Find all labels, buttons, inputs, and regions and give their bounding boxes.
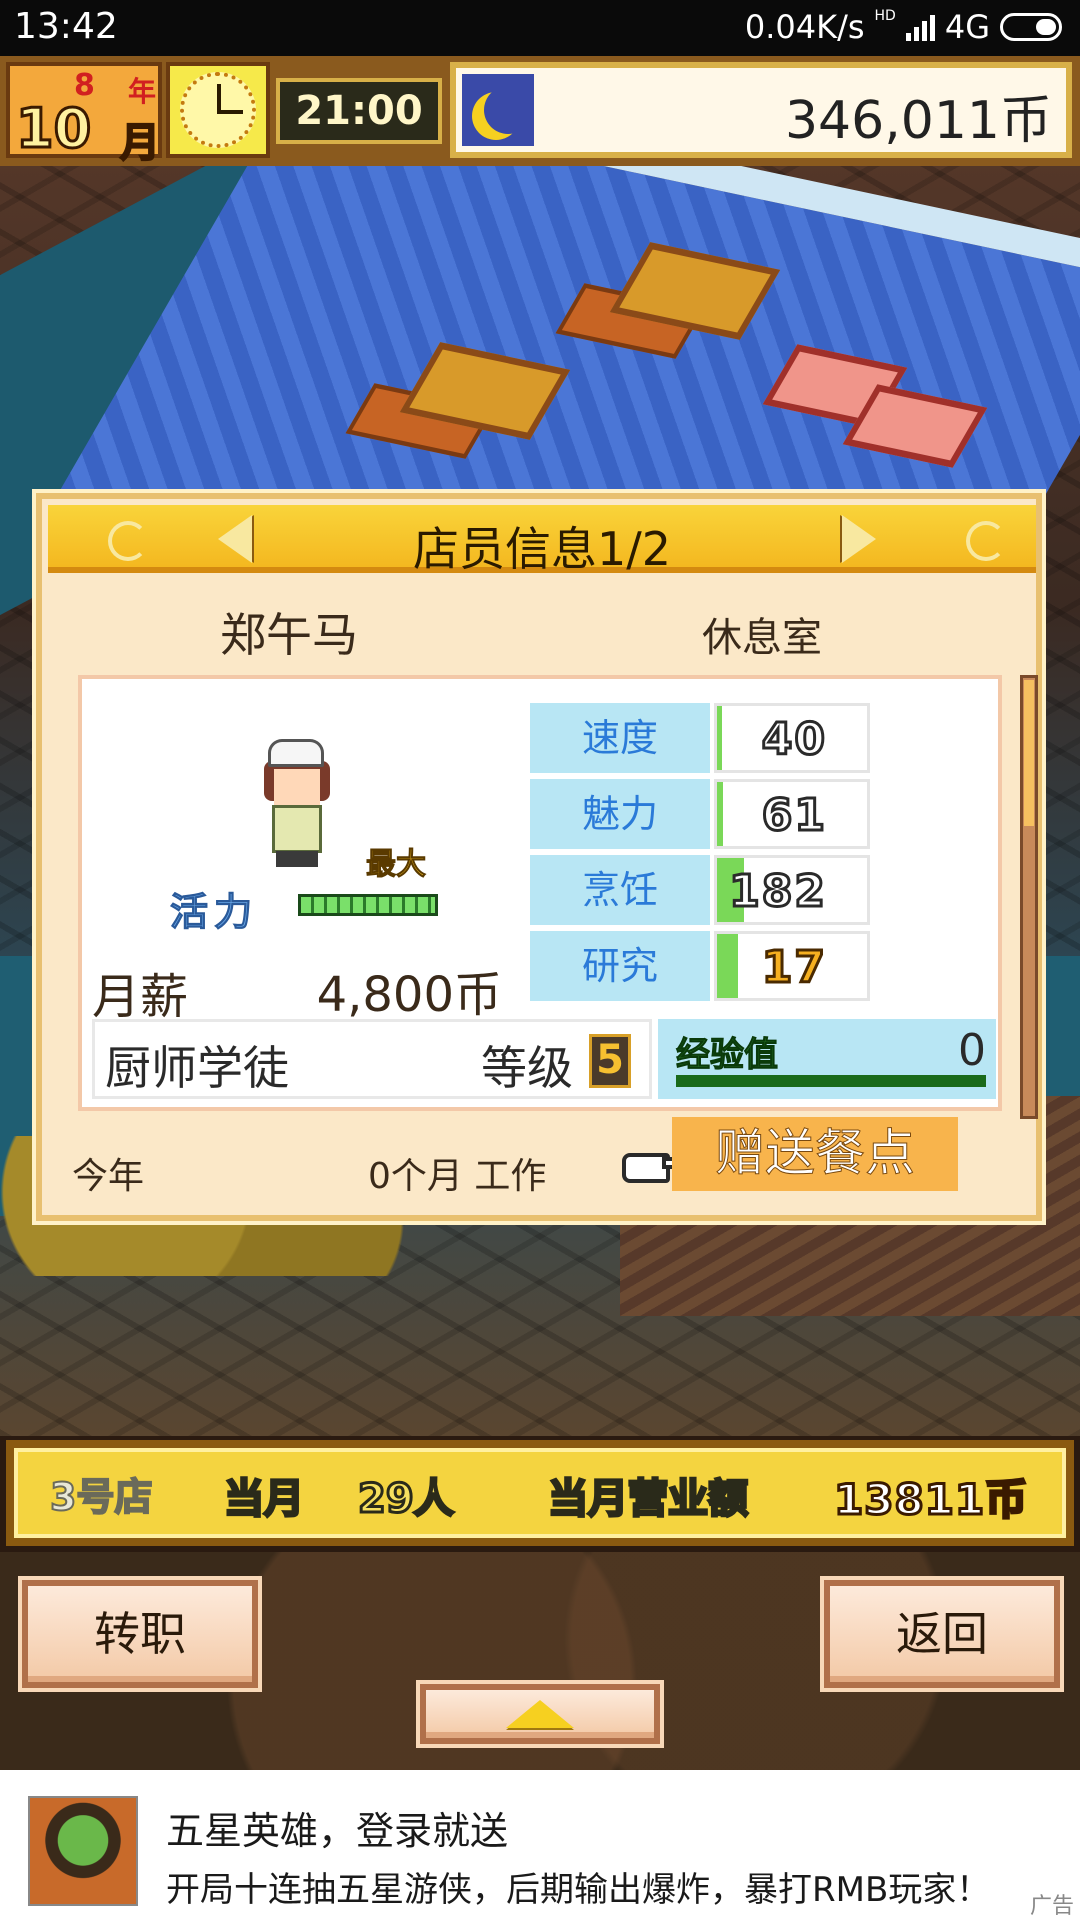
dialog-scrollbar[interactable] <box>1020 675 1038 1119</box>
stat-gauge <box>717 934 738 998</box>
chef-hat-icon <box>268 739 324 767</box>
battery-icon <box>1000 13 1062 41</box>
network-type: 4G <box>944 8 990 46</box>
level-value: 5 <box>589 1034 631 1088</box>
staff-info-dialog: 店员信息1/2 郑午马 休息室 最大 活力 月薪 4,800币 速度 40 魅力… <box>36 493 1042 1221</box>
store-sales-value: 13811币 <box>832 1474 1029 1526</box>
ad-banner[interactable]: 五星英雄，登录就送 开局十连抽五星游侠，后期输出爆炸，暴打RMB玩家！ 广告 <box>0 1770 1080 1920</box>
exp-label: 经验值 <box>676 1035 779 1076</box>
stat-row-research: 研究 17 <box>530 931 870 1001</box>
transfer-job-button[interactable]: 转职 <box>22 1580 258 1688</box>
store-name: 3号店 <box>49 1474 153 1520</box>
job-title: 厨师学徒 <box>105 1041 289 1095</box>
stat-name: 速度 <box>530 703 710 773</box>
store-month-label: 当月 <box>223 1475 306 1524</box>
staff-name: 郑午马 <box>220 608 358 662</box>
stat-name: 烹饪 <box>530 855 710 925</box>
ad-thumbnail[interactable] <box>28 1796 138 1906</box>
stat-value: 40 <box>760 713 827 767</box>
status-time: 13:42 <box>14 6 118 47</box>
ad-description[interactable]: 开局十连抽五星游侠，后期输出爆炸，暴打RMB玩家！ <box>166 1862 990 1911</box>
staff-room: 休息室 <box>702 615 822 661</box>
footer-work-months: 0个月 工作 <box>368 1156 547 1197</box>
stat-value: 61 <box>760 789 827 843</box>
arrow-up-icon <box>506 1700 574 1728</box>
vital-bar <box>298 894 438 916</box>
money-display: 346,011币 <box>450 62 1072 158</box>
money-value: 346,011币 <box>784 91 1052 151</box>
month-unit: 月 <box>119 119 161 167</box>
stat-name: 研究 <box>530 931 710 1001</box>
year-unit: 年 <box>128 75 157 108</box>
staff-avatar <box>262 739 332 869</box>
stats-table: 速度 40 魅力 61 烹饪 182 研究 17 <box>530 703 870 1003</box>
date-display: 8 年 10 月 <box>6 62 162 167</box>
vital-max-label: 最大 <box>366 847 427 883</box>
salary-value: 4,800币 <box>316 967 502 1023</box>
vital-label: 活力 <box>169 890 259 935</box>
moon-icon <box>462 74 534 146</box>
stat-gauge <box>717 782 723 846</box>
network-speed: 0.04K/s <box>744 8 865 46</box>
exp-bar <box>676 1075 986 1087</box>
exp-value: 0 <box>958 1025 986 1076</box>
stat-name: 魅力 <box>530 779 710 849</box>
store-sales-label: 当月营业额 <box>547 1475 750 1524</box>
stat-value: 182 <box>728 865 827 919</box>
dialog-title: 店员信息1/2 <box>412 522 672 576</box>
bottom-controls: 转职 返回 <box>0 1552 1080 1770</box>
store-guests: 29人 <box>357 1475 456 1524</box>
level-label: 等级 <box>481 1041 573 1095</box>
gift-meal-button[interactable]: 赠送餐点 <box>672 1117 958 1191</box>
back-button[interactable]: 返回 <box>824 1580 1060 1688</box>
month-value: 10 <box>14 97 92 160</box>
top-hud: 8 年 10 月 21:00 346,011币 <box>0 56 1080 167</box>
expand-menu-button[interactable] <box>420 1684 660 1744</box>
hd-label: HD <box>874 8 896 24</box>
stat-row-cooking: 烹饪 182 <box>530 855 870 925</box>
exp-row: 经验值 0 <box>658 1019 996 1099</box>
clock-icon <box>180 72 256 148</box>
staff-card: 最大 活力 月薪 4,800币 速度 40 魅力 61 烹饪 182 研究 17… <box>78 675 1002 1111</box>
scrollbar-thumb[interactable] <box>1024 680 1034 826</box>
game-time: 21:00 <box>276 78 442 144</box>
footer-year: 今年 <box>72 1156 145 1197</box>
vital-bar-fill <box>301 897 435 913</box>
stat-value: 17 <box>760 941 827 995</box>
stat-row-speed: 速度 40 <box>530 703 870 773</box>
signal-icon <box>905 13 935 41</box>
stat-row-charm: 魅力 61 <box>530 779 870 849</box>
store-info-bar: 3号店 当月 29人 当月营业额 13811币 <box>6 1440 1074 1546</box>
salary-label: 月薪 <box>92 969 189 1025</box>
status-indicators: 0.04K/s HD 4G <box>745 8 1062 46</box>
ad-tag: 广告 <box>1029 1894 1074 1919</box>
clock-button[interactable] <box>166 62 270 158</box>
stat-gauge <box>717 706 722 770</box>
ad-title[interactable]: 五星英雄，登录就送 <box>166 1800 508 1855</box>
dialog-header: 店员信息1/2 <box>48 505 1036 576</box>
status-bar: 13:42 0.04K/s HD 4G <box>0 0 1080 56</box>
job-row: 厨师学徒 等级 5 <box>92 1019 652 1099</box>
next-staff-arrow-icon[interactable] <box>842 515 876 563</box>
